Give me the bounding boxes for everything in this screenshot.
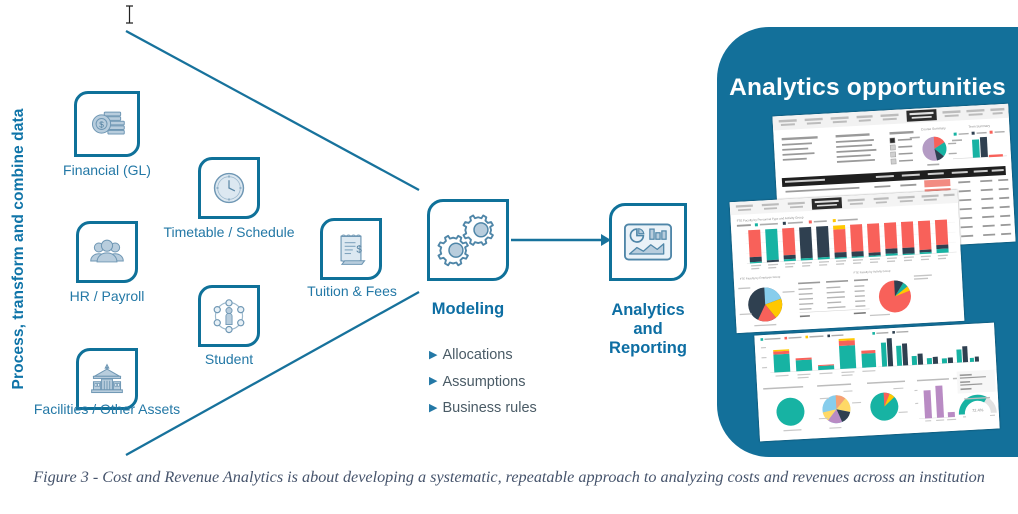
reporting-title-line-2: Reporting bbox=[609, 339, 687, 357]
people-icon bbox=[90, 239, 124, 263]
source-label-hr: HR / Payroll bbox=[69, 288, 145, 304]
bullet-marker-icon: ▶ bbox=[429, 401, 438, 414]
bullet-marker-icon: ▶ bbox=[429, 375, 438, 387]
source-tile-student[interactable] bbox=[198, 285, 260, 347]
reporting-tile[interactable] bbox=[609, 203, 687, 281]
source-label-financial: Financial (GL) bbox=[63, 162, 151, 178]
modeling-bullet-list: ▶ Allocations ▶ Assumptions ▶ Business rule… bbox=[429, 343, 537, 423]
modeling-bullet-label-1: Assumptions bbox=[442, 373, 526, 390]
svg-text:$: $ bbox=[356, 245, 362, 256]
panel-title: Analytics opportunities bbox=[729, 74, 1006, 101]
dashboard-screenshot-middle[interactable]: FTE Faculty by Personnel Type and Activi… bbox=[729, 189, 965, 334]
gears-icon bbox=[437, 214, 494, 267]
figure-canvas: Process, transform and combine data $ Fi… bbox=[0, 0, 1018, 514]
source-tile-hr[interactable] bbox=[76, 221, 138, 283]
modeling-bullet-2: ▶ Business rules bbox=[429, 396, 537, 423]
reporting-title-line-1: and bbox=[633, 320, 663, 338]
coins-icon: $ bbox=[91, 111, 125, 135]
reporting-title-line-0: Analytics bbox=[611, 301, 685, 319]
source-tile-tuition[interactable]: $ bbox=[320, 218, 382, 280]
funnel-line-bottom bbox=[125, 290, 420, 457]
report-chart-icon bbox=[624, 223, 672, 261]
source-tile-timetable[interactable] bbox=[198, 157, 260, 219]
bullet-marker-icon: ▶ bbox=[429, 348, 438, 361]
source-label-tuition: Tuition & Fees bbox=[307, 283, 397, 299]
svg-text:$: $ bbox=[99, 121, 104, 130]
text-cursor-icon bbox=[126, 5, 133, 24]
modeling-tile[interactable] bbox=[427, 199, 509, 281]
clock-icon bbox=[213, 172, 245, 204]
svg-text:72.4%: 72.4% bbox=[972, 407, 984, 413]
dashboard-bottom-content: 72.4% bbox=[754, 322, 1000, 442]
modeling-title: Modeling bbox=[431, 300, 505, 318]
student-network-icon bbox=[213, 299, 245, 334]
source-label-timetable: Timetable / Schedule bbox=[163, 224, 295, 240]
vertical-process-label: Process, transform and combine data bbox=[10, 108, 27, 390]
modeling-bullet-label-0: Allocations bbox=[442, 347, 513, 363]
source-tile-financial[interactable]: $ bbox=[74, 91, 140, 157]
modeling-bullet-1: ▶ Assumptions bbox=[429, 370, 537, 397]
figure-caption: Figure 3 - Cost and Revenue Analytics is… bbox=[33, 468, 985, 486]
source-label-facilities: Facilities / Other Assets bbox=[33, 401, 181, 417]
source-label-student: Student bbox=[204, 351, 254, 367]
dashboard-middle-content: FTE Faculty by Personnel Type and Activi… bbox=[729, 189, 965, 334]
modeling-bullet-0: ▶ Allocations bbox=[429, 343, 537, 370]
modeling-bullet-label-2: Business rules bbox=[442, 400, 537, 416]
building-icon bbox=[91, 363, 123, 394]
dashboard-screenshot-bottom[interactable]: 72.4% bbox=[754, 322, 1000, 442]
invoice-icon: $ bbox=[340, 234, 366, 265]
reporting-title: Analytics and Reporting bbox=[586, 301, 710, 358]
